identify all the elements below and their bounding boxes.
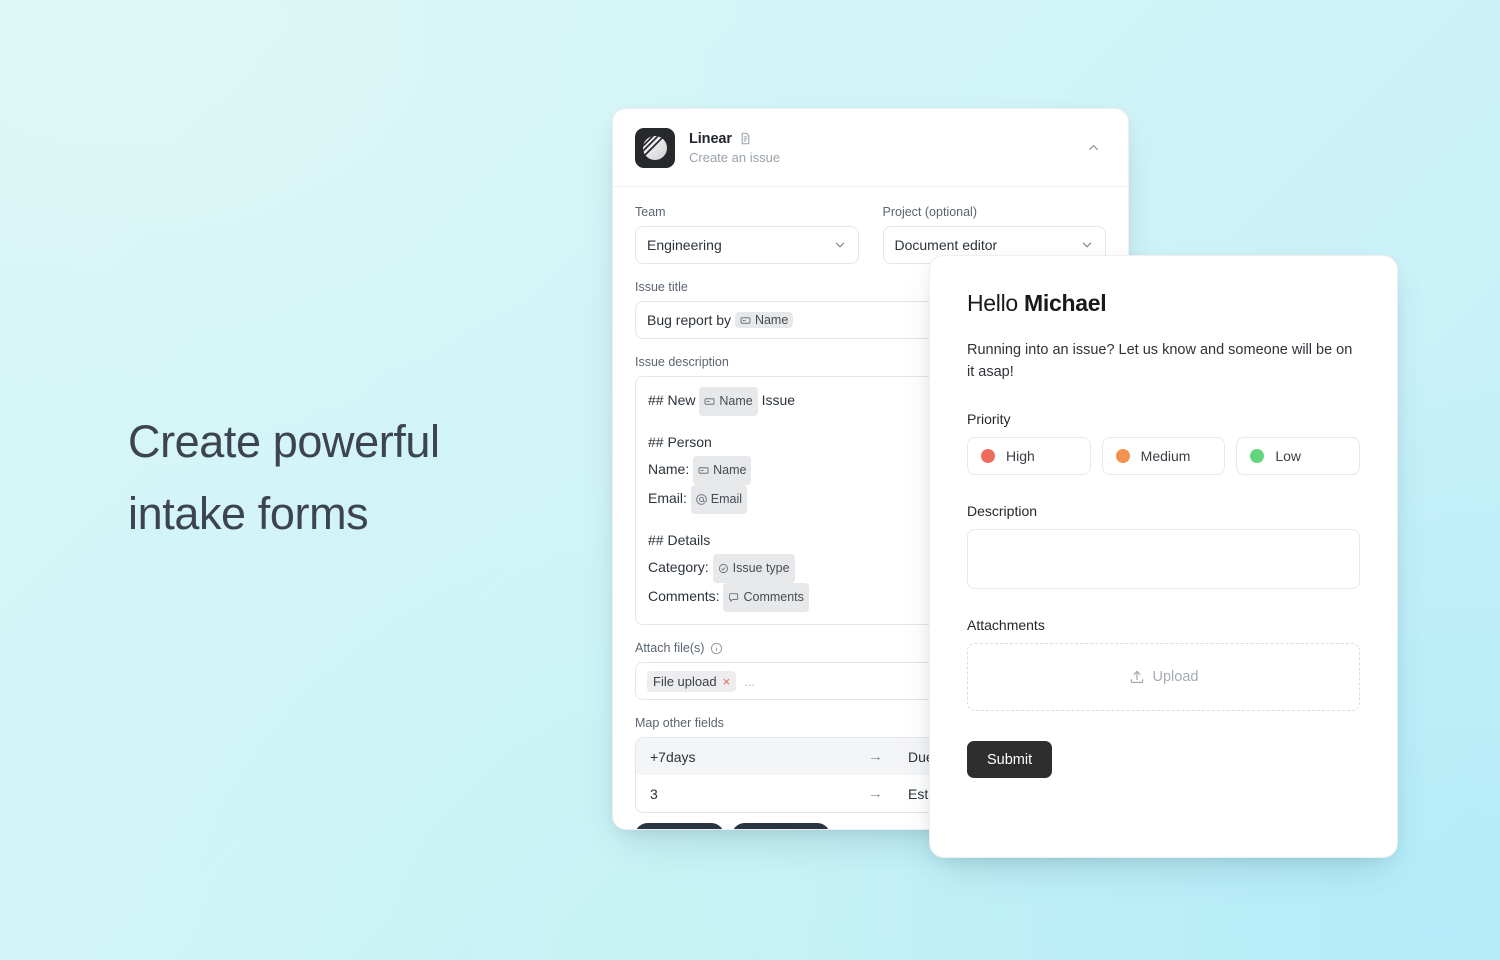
- add-row-button[interactable]: Add row: [635, 823, 724, 830]
- arrow-right-icon: →: [868, 748, 883, 765]
- desc-name-label: Name:: [648, 461, 690, 478]
- arrow-right-icon: →: [868, 785, 883, 802]
- add-row-label: Add row: [662, 829, 712, 830]
- app-name: Linear: [689, 130, 732, 147]
- linear-logo-icon: [635, 127, 675, 168]
- token-label: Email: [710, 492, 743, 506]
- status-dot-high: [981, 449, 995, 463]
- token-issue-type[interactable]: Issue type: [712, 554, 795, 583]
- description-section: Description: [967, 503, 1360, 589]
- token-label: Issue type: [732, 561, 790, 575]
- desc-heading-suffix: Issue: [761, 392, 796, 409]
- chevron-down-icon: [833, 238, 847, 252]
- attachments-label: Attachments: [967, 617, 1045, 633]
- headline-line-1: Create powerful: [128, 416, 440, 467]
- attach-ellipsis: ...: [744, 673, 756, 689]
- desc-category-label: Category:: [648, 559, 709, 576]
- token-comments[interactable]: Comments: [723, 583, 809, 612]
- app-subtitle: Create an issue: [689, 149, 781, 165]
- headline-line-2: intake forms: [128, 488, 369, 539]
- file-upload-chip[interactable]: File upload ×: [647, 670, 737, 692]
- description-label: Description: [967, 503, 1038, 519]
- issue-title-prefix: Bug report by: [647, 312, 732, 328]
- greeting-prefix: Hello: [967, 290, 1025, 316]
- desc-comments-label: Comments:: [648, 588, 720, 605]
- priority-option-label: Medium: [1140, 448, 1191, 464]
- upload-dropzone[interactable]: Upload: [967, 643, 1360, 711]
- priority-label: Priority: [967, 411, 1011, 427]
- upload-icon: [1129, 669, 1145, 685]
- auto-map-label: Auto map: [760, 829, 818, 830]
- token-label: Comments: [743, 590, 804, 604]
- priority-option-high[interactable]: High: [967, 437, 1091, 475]
- status-dot-low: [1250, 449, 1265, 463]
- token-label: Name: [719, 394, 753, 408]
- intro-text: Running into an issue? Let us know and s…: [967, 342, 1353, 380]
- map-source-value: 3: [650, 785, 658, 802]
- greeting-name: Michael: [1024, 290, 1107, 316]
- description-input[interactable]: [967, 529, 1360, 589]
- token-name[interactable]: Name: [734, 312, 794, 328]
- chevron-down-icon: [1080, 238, 1094, 252]
- map-source-value: +7days: [650, 748, 696, 765]
- token-name[interactable]: Name: [699, 387, 758, 416]
- intake-form-card: Hello Michael Running into an issue? Let…: [929, 255, 1398, 858]
- linear-card-title-block: Linear Create an issue: [689, 131, 1080, 165]
- attachments-section: Attachments Upload: [967, 617, 1360, 711]
- priority-option-label: High: [1006, 448, 1035, 464]
- document-icon: [739, 132, 752, 145]
- project-value: Document editor: [894, 237, 998, 253]
- token-email[interactable]: Email: [690, 485, 748, 514]
- team-select[interactable]: Engineering: [635, 226, 859, 264]
- priority-option-medium[interactable]: Medium: [1101, 437, 1226, 475]
- token-label: Name: [754, 313, 789, 327]
- attach-files-label: Attach file(s): [635, 641, 705, 655]
- auto-map-button[interactable]: Auto map: [732, 823, 830, 830]
- info-icon[interactable]: [710, 642, 723, 655]
- close-icon[interactable]: ×: [723, 674, 731, 689]
- team-label: Team: [635, 205, 666, 219]
- project-label: Project (optional): [882, 205, 978, 219]
- priority-option-label: Low: [1275, 448, 1302, 464]
- priority-options: High Medium Low: [967, 437, 1361, 475]
- upload-label: Upload: [1152, 669, 1199, 685]
- linear-card-header: Linear Create an issue: [613, 109, 1128, 187]
- priority-option-low[interactable]: Low: [1236, 437, 1361, 475]
- desc-heading-prefix: ## New: [648, 392, 696, 409]
- greeting: Hello Michael: [967, 290, 1360, 317]
- priority-section: Priority High Medium Low: [967, 411, 1361, 475]
- page-headline: Create powerful intake forms: [128, 406, 648, 550]
- submit-button[interactable]: Submit: [967, 741, 1053, 778]
- file-upload-chip-label: File upload: [653, 673, 717, 689]
- desc-email-label: Email:: [648, 490, 687, 507]
- team-value: Engineering: [647, 237, 722, 253]
- token-label: Name: [713, 463, 747, 477]
- status-dot-medium: [1115, 449, 1130, 463]
- chevron-up-icon[interactable]: [1080, 135, 1106, 161]
- team-field: Team Engineering: [635, 205, 859, 264]
- token-name[interactable]: Name: [693, 456, 752, 485]
